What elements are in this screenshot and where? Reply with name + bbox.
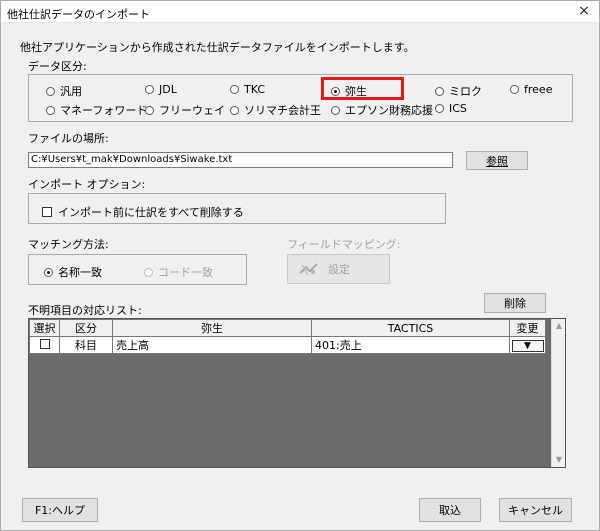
radio-yayoi[interactable]: 弥生 (331, 83, 367, 99)
column-header-yayoi: 弥生 (112, 319, 312, 337)
change-dropdown-icon[interactable]: ▼ (511, 340, 544, 352)
radio-label: TKC (244, 83, 266, 96)
radio-label: フリーウェイ (159, 104, 225, 117)
radio-freeway[interactable]: フリーウェイ (145, 102, 225, 118)
data-category-label: データ区分: (28, 60, 87, 73)
radio-label: ICS (449, 102, 467, 115)
radio-circle (331, 86, 340, 96)
change-cell[interactable]: ▼ (509, 336, 546, 354)
file-location-label: ファイルの場所: (28, 132, 109, 145)
select-cell[interactable] (29, 336, 60, 354)
radio-miroku[interactable]: ミロク (435, 83, 482, 99)
unknown-items-label: 不明項目の対応リスト: (28, 304, 142, 317)
title-bar: 他社仕訳データのインポート × (1, 1, 599, 23)
grid-scrollbar[interactable]: ▲ ▼ (551, 319, 565, 467)
delete-before-import-label: インポート前に仕訳をすべて削除する (58, 206, 244, 219)
file-path-input[interactable]: C:¥Users¥t_mak¥Downloads¥Siwake.txt (28, 152, 453, 168)
help-button[interactable]: F1:ヘルプ (22, 498, 98, 522)
intro-text: 他社アプリケーションから作成された仕訳データファイルをインポートします。 (20, 41, 415, 54)
radio-circle (46, 86, 55, 96)
delete-button[interactable]: 削除 (484, 293, 546, 313)
import-button-label: 取込 (439, 504, 461, 517)
matching-method-label: マッチング方法: (28, 238, 109, 251)
radio-jdl[interactable]: JDL (145, 83, 177, 96)
radio-label: freee (524, 83, 553, 96)
table-row[interactable]: 科目 売上高 401:売上 ▼ (29, 336, 546, 354)
radio-circle (145, 85, 154, 94)
radio-circle (230, 105, 239, 115)
browse-button-label: 参照 (486, 154, 508, 168)
radio-circle (145, 105, 154, 115)
column-header-tactics: TACTICS (311, 319, 510, 337)
unknown-items-table: 選択 区分 弥生 TACTICS 変更 科目 売上高 401:売上 ▼ (29, 319, 546, 354)
field-mapping-label: フィールドマッピング: (287, 238, 401, 251)
radio-label: 弥生 (345, 85, 367, 98)
radio-circle (46, 105, 55, 115)
column-header-change: 変更 (509, 319, 546, 337)
radio-circle (435, 86, 444, 96)
radio-circle (144, 267, 153, 277)
radio-circle (510, 85, 519, 94)
table-header-row: 選択 区分 弥生 TACTICS 変更 (29, 319, 546, 337)
radio-moneyforward[interactable]: マネーフォワード (46, 102, 147, 118)
radio-label: エプソン財務応援 (345, 104, 433, 117)
cancel-button[interactable]: キャンセル (499, 498, 572, 522)
scroll-up-icon[interactable]: ▲ (552, 319, 566, 333)
import-button[interactable]: 取込 (419, 498, 481, 522)
radio-sorimachi[interactable]: ソリマチ会計王 (230, 102, 321, 118)
column-header-category: 区分 (59, 319, 113, 337)
radio-ics[interactable]: ICS (435, 102, 467, 115)
dialog-body: 他社アプリケーションから作成された仕訳データファイルをインポートします。 データ… (20, 32, 580, 479)
radio-label: 名称一致 (58, 266, 102, 279)
column-header-select: 選択 (29, 319, 60, 337)
mapping-icon (299, 263, 318, 276)
settings-button-label: 設定 (328, 263, 350, 276)
radio-freee[interactable]: freee (510, 83, 552, 96)
delete-before-import-option[interactable]: インポート前に仕訳をすべて削除する (42, 204, 244, 220)
radio-name-match[interactable]: 名称一致 (44, 264, 102, 280)
category-cell: 科目 (59, 336, 113, 354)
help-button-label: F1:ヘルプ (34, 504, 86, 517)
radio-epson[interactable]: エプソン財務応援 (331, 102, 433, 118)
radio-circle (230, 85, 239, 94)
radio-circle (44, 267, 53, 277)
radio-label: 汎用 (60, 85, 82, 98)
field-mapping-settings-button: 設定 (287, 254, 390, 284)
tactics-cell[interactable]: 401:売上 (311, 336, 510, 354)
cancel-button-label: キャンセル (508, 504, 563, 517)
radio-label: コード一致 (158, 266, 213, 279)
close-icon[interactable]: × (569, 1, 599, 22)
yayoi-cell: 売上高 (112, 336, 312, 354)
import-dialog: 他社仕訳データのインポート × 他社アプリケーションから作成された仕訳データファ… (0, 0, 600, 531)
radio-label: ソリマチ会計王 (244, 104, 321, 117)
radio-code-match: コード一致 (144, 264, 213, 280)
browse-button[interactable]: 参照 (466, 151, 528, 170)
radio-label: マネーフォワード (60, 104, 148, 117)
radio-generic[interactable]: 汎用 (46, 83, 82, 99)
unknown-items-grid[interactable]: 選択 区分 弥生 TACTICS 変更 科目 売上高 401:売上 ▼ ▲ ▼ (28, 318, 566, 468)
radio-tkc[interactable]: TKC (230, 83, 265, 96)
radio-circle (331, 105, 340, 115)
delete-before-import-checkbox[interactable] (42, 207, 52, 217)
delete-button-label: 削除 (504, 297, 526, 310)
radio-label: ミロク (449, 85, 482, 98)
scroll-down-icon[interactable]: ▼ (552, 453, 566, 467)
row-select-checkbox[interactable] (39, 338, 50, 349)
window-title: 他社仕訳データのインポート (7, 8, 150, 21)
radio-circle (435, 104, 444, 113)
radio-label: JDL (159, 83, 177, 96)
import-options-label: インポート オプション: (28, 178, 146, 191)
